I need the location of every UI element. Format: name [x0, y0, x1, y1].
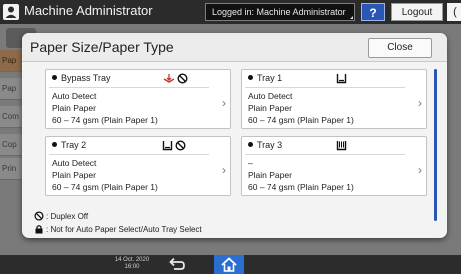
- login-dropdown-icon: [350, 16, 353, 19]
- tray-size: Auto Detect: [248, 91, 293, 101]
- tray-card-tray2[interactable]: Tray 2 Auto Detect Plain Paper 60 – 74 g…: [45, 136, 231, 196]
- tray-name: Bypass Tray: [61, 73, 111, 83]
- app-title: Machine Administrator: [24, 3, 153, 18]
- tray-weight: 60 – 74 gsm (Plain Paper 1): [248, 182, 354, 192]
- background-side-item: Com: [0, 106, 24, 128]
- bottom-bar: 14 Oct. 2020 16:00: [0, 255, 461, 274]
- tray-name-wrap: Tray 2: [52, 140, 86, 150]
- divider: [245, 154, 405, 155]
- edge-button[interactable]: (: [447, 3, 461, 21]
- time-text: 16:00: [124, 264, 140, 270]
- date-time: 14 Oct. 2020 16:00: [112, 257, 152, 271]
- tray-size: Auto Detect: [52, 158, 97, 168]
- tray-type: Plain Paper: [52, 170, 96, 180]
- tray-name: Tray 1: [257, 73, 283, 83]
- background-side-item: Prin: [0, 158, 24, 180]
- login-status[interactable]: Logged in: Machine Administrator: [205, 3, 355, 21]
- tray-weight: 60 – 74 gsm (Plain Paper 1): [248, 115, 354, 125]
- tray-card-tray1[interactable]: Tray 1 Auto Detect Plain Paper 60 – 74 g…: [241, 69, 427, 129]
- paper-size-dialog: Paper Size/Paper Type Close Bypass Tray …: [22, 33, 447, 238]
- background-side-item: Pap: [0, 50, 24, 72]
- tray-name-wrap: Tray 1: [248, 73, 282, 83]
- divider: [245, 87, 405, 88]
- bullet-icon: [52, 142, 57, 147]
- paper-tray-full-icon: [336, 141, 347, 151]
- legend-not-for-auto-text: : Not for Auto Paper Select/Auto Tray Se…: [46, 225, 202, 234]
- help-button[interactable]: ?: [361, 3, 385, 21]
- tray-type: Plain Paper: [52, 103, 96, 113]
- chevron-right-icon: ›: [418, 163, 422, 177]
- home-icon: [221, 257, 237, 272]
- tray-weight: 60 – 74 gsm (Plain Paper 1): [52, 182, 158, 192]
- paper-tray-icon: [336, 74, 347, 84]
- bullet-icon: [248, 75, 253, 80]
- tray-card-tray3[interactable]: Tray 3 – Plain Paper 60 – 74 gsm (Plain …: [241, 136, 427, 196]
- lock-icon: [35, 225, 43, 234]
- chevron-right-icon: ›: [222, 163, 226, 177]
- legend-duplex-off: : Duplex Off: [34, 211, 88, 221]
- tray-weight: 60 – 74 gsm (Plain Paper 1): [52, 115, 158, 125]
- tray-size: –: [248, 158, 253, 168]
- close-button[interactable]: Close: [368, 38, 432, 58]
- tray-size: Auto Detect: [52, 91, 97, 101]
- chevron-right-icon: ›: [418, 96, 422, 110]
- tray-type: Plain Paper: [248, 103, 292, 113]
- back-button[interactable]: [165, 256, 189, 273]
- tray-type: Plain Paper: [248, 170, 292, 180]
- tray-name-wrap: Bypass Tray: [52, 73, 111, 83]
- legend-duplex-text: : Duplex Off: [46, 212, 89, 221]
- user-icon: [3, 4, 19, 20]
- home-button[interactable]: [214, 255, 244, 274]
- scrollbar-thumb[interactable]: [434, 69, 437, 221]
- dialog-title: Paper Size/Paper Type: [30, 39, 174, 55]
- background-side-item: Cop: [0, 134, 24, 156]
- date-text: 14 Oct. 2020: [114, 257, 150, 263]
- duplex-off-icon: [34, 211, 44, 221]
- tray-name: Tray 2: [61, 140, 87, 150]
- tray-name: Tray 3: [257, 140, 283, 150]
- divider: [49, 154, 209, 155]
- background-side-item: Pap: [0, 78, 24, 100]
- tray-name-wrap: Tray 3: [248, 140, 282, 150]
- bypass-tray-icon: [163, 74, 175, 83]
- legend-not-for-auto: : Not for Auto Paper Select/Auto Tray Se…: [34, 224, 202, 234]
- bullet-icon: [52, 75, 57, 80]
- paper-tray-icon: [162, 141, 173, 151]
- tray-icons: [163, 73, 188, 84]
- bullet-icon: [248, 142, 253, 147]
- tray-icons: [336, 140, 347, 151]
- chevron-right-icon: ›: [222, 96, 226, 110]
- tray-icons: [336, 73, 347, 84]
- tray-card-bypass[interactable]: Bypass Tray Auto Detect Plain Paper 60 –…: [45, 69, 231, 129]
- back-arrow-icon: [169, 257, 185, 270]
- dialog-header: Paper Size/Paper Type Close: [22, 33, 447, 62]
- duplex-off-icon: [177, 73, 188, 84]
- logout-button[interactable]: Logout: [391, 3, 443, 21]
- duplex-off-icon: [175, 140, 186, 151]
- divider: [49, 87, 209, 88]
- top-bar: Machine Administrator Logged in: Machine…: [0, 0, 461, 24]
- tray-icons: [162, 140, 186, 151]
